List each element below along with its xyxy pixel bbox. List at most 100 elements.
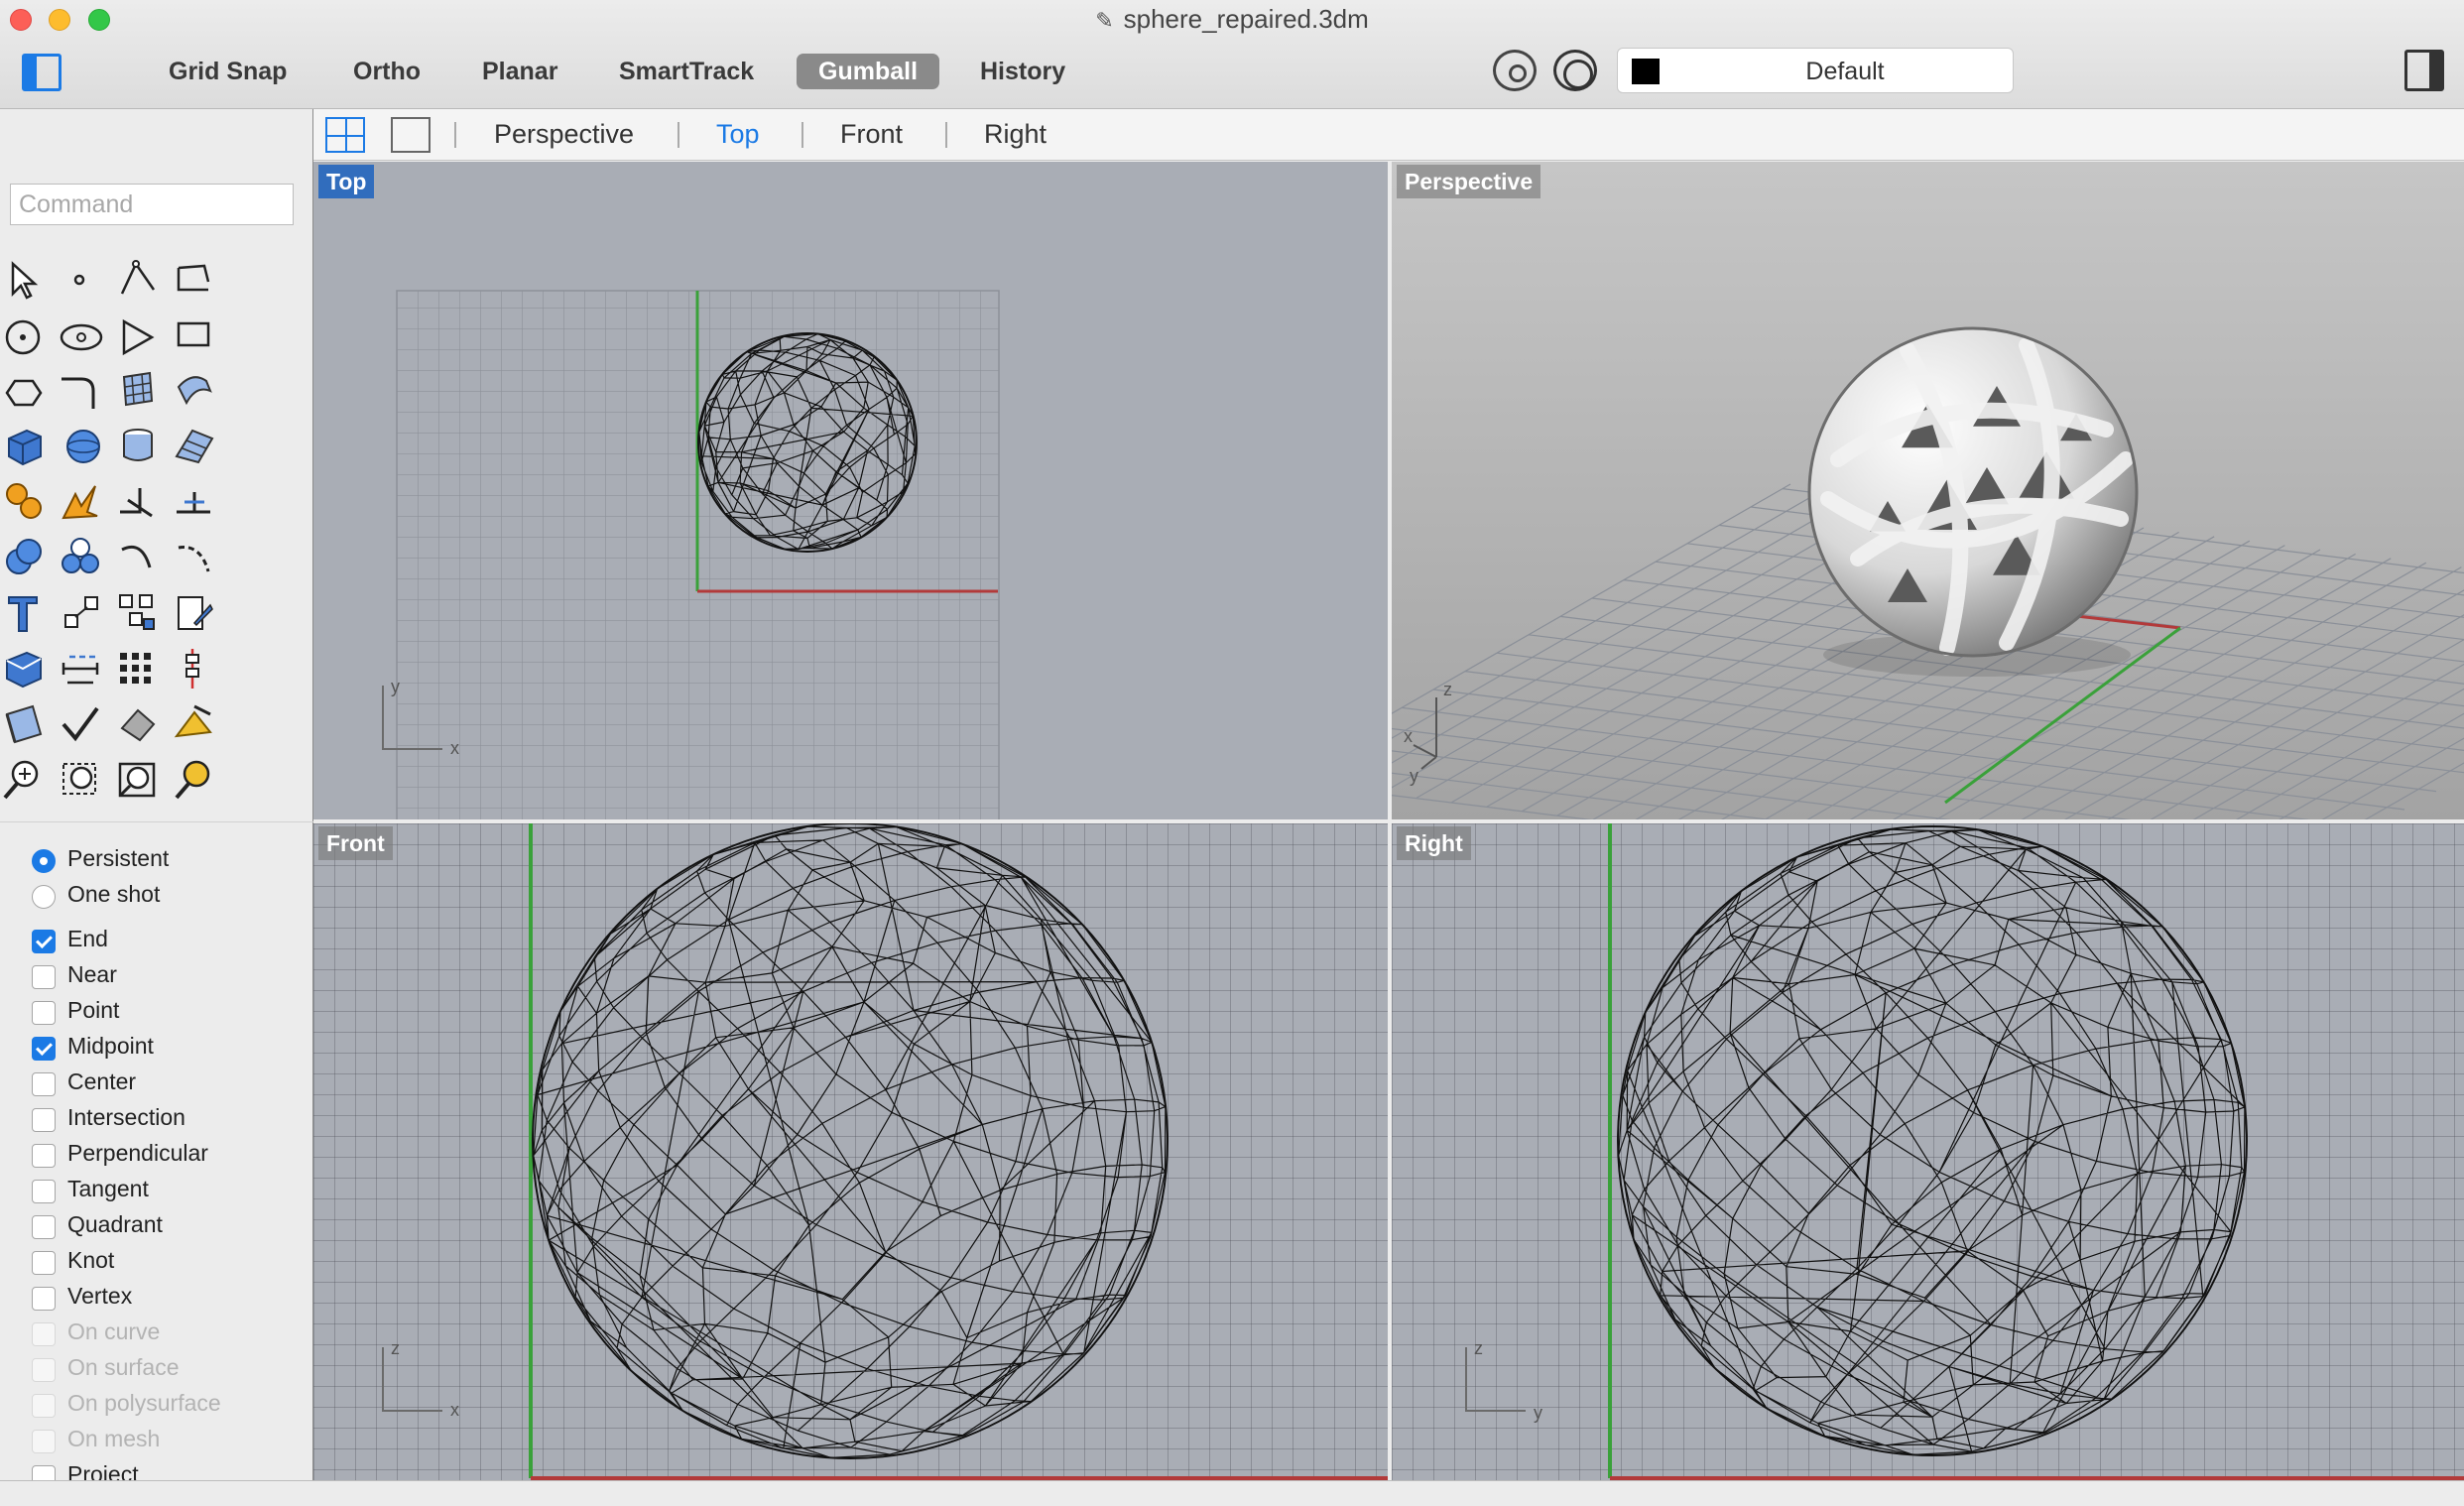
checkbox[interactable] (32, 1144, 56, 1168)
tab-top[interactable]: Top (716, 119, 760, 150)
sphere-icon[interactable] (52, 417, 111, 476)
trim-icon[interactable] (165, 472, 224, 532)
mode-gumball-button[interactable]: Gumball (797, 54, 940, 89)
tab-separator (801, 122, 803, 148)
ellipse-icon[interactable] (52, 306, 111, 365)
dimension-icon[interactable] (52, 639, 111, 698)
sidebar-toggle-icon[interactable] (22, 54, 62, 91)
viewport-label-perspective[interactable]: Perspective (1397, 165, 1541, 198)
checkbox[interactable] (32, 1037, 56, 1061)
rectangle-icon[interactable] (165, 306, 224, 365)
four-viewport-layout-icon[interactable] (325, 117, 365, 153)
osnap-toggle-icon[interactable] (1493, 50, 1537, 91)
fillet-curve-icon[interactable] (52, 361, 111, 421)
render-shape-icon[interactable] (108, 694, 168, 754)
arc-icon[interactable] (108, 306, 168, 365)
panels-toggle-icon[interactable] (2404, 50, 2444, 91)
viewport-label-top[interactable]: Top (318, 165, 375, 198)
viewport-front[interactable]: z x Front (313, 823, 1388, 1480)
option-label: On polysurface (67, 1390, 221, 1416)
circle-icon[interactable] (0, 306, 55, 365)
gear-tools-icon[interactable] (0, 472, 55, 532)
zoom-extents-icon[interactable] (108, 750, 168, 810)
sphere-wireframe-front (532, 823, 1169, 1459)
viewport-top[interactable]: y x Top (313, 162, 1388, 819)
curve-icon[interactable] (165, 250, 224, 310)
material-icon[interactable] (165, 694, 224, 754)
tab-perspective[interactable]: Perspective (494, 119, 634, 150)
radio-button[interactable] (32, 885, 56, 909)
explode-icon[interactable] (52, 472, 111, 532)
viewport-tab-bar: Perspective Top Front Right (313, 109, 2464, 161)
document-icon: ✎ (1095, 8, 1114, 33)
text-icon[interactable] (0, 583, 55, 643)
right-scene: z y (1465, 823, 2464, 1480)
solid-edit-icon[interactable] (0, 639, 55, 698)
checkbox[interactable] (32, 1108, 56, 1132)
checkbox[interactable] (32, 965, 56, 989)
axis-indicator-right: z y (1465, 1338, 1542, 1423)
check-icon[interactable] (52, 694, 111, 754)
viewport-label-right[interactable]: Right (1397, 826, 1471, 860)
divider (0, 821, 313, 822)
box-icon[interactable] (0, 417, 55, 476)
tab-front[interactable]: Front (840, 119, 903, 150)
array-icon[interactable] (108, 583, 168, 643)
offset-curve-icon[interactable] (108, 528, 168, 587)
checkbox[interactable] (32, 930, 56, 953)
checkbox[interactable] (32, 1072, 56, 1096)
scale-icon[interactable] (52, 583, 111, 643)
svg-text:x: x (450, 738, 459, 758)
checkbox[interactable] (32, 1215, 56, 1239)
checkbox (32, 1358, 56, 1382)
option-label: Vertex (67, 1283, 133, 1309)
checkbox[interactable] (32, 1001, 56, 1025)
loft-icon[interactable] (165, 361, 224, 421)
curve-edit-icon[interactable] (165, 528, 224, 587)
cylinder-icon[interactable] (108, 417, 168, 476)
checkbox[interactable] (32, 1251, 56, 1275)
front-scene: z x (382, 823, 1388, 1480)
polyline-icon[interactable] (108, 250, 168, 310)
split-icon[interactable] (108, 472, 168, 532)
polygon-icon[interactable] (0, 361, 55, 421)
grid-array-icon[interactable] (108, 639, 168, 698)
viewport-perspective[interactable]: z x y Perspective (1392, 162, 2464, 819)
mode-smarttrack-button[interactable]: SmartTrack (597, 54, 776, 89)
boolean-group-icon[interactable] (52, 528, 111, 587)
surface-from-points-icon[interactable] (108, 361, 168, 421)
layout-edit-icon[interactable] (165, 583, 224, 643)
vertical-align-icon[interactable] (165, 639, 224, 698)
perspective-scene: z x y (1392, 326, 2464, 819)
target-icon[interactable] (1553, 50, 1597, 91)
viewport-right[interactable]: z y Right (1392, 823, 2464, 1480)
tab-right[interactable]: Right (984, 119, 1047, 150)
zoom-icon[interactable] (0, 750, 55, 810)
layer-dropdown[interactable]: Default (1617, 48, 2014, 93)
option-label: On curve (67, 1318, 161, 1344)
viewport-label-front[interactable]: Front (318, 826, 393, 860)
checkbox[interactable] (32, 1180, 56, 1203)
mode-planar-button[interactable]: Planar (460, 54, 579, 89)
mode-ortho-button[interactable]: Ortho (331, 54, 442, 89)
option-label: Near (67, 961, 117, 987)
zoom-window-icon[interactable] (52, 750, 111, 810)
axis-indicator-front: z x (382, 1338, 459, 1420)
svg-text:y: y (1410, 766, 1418, 786)
radio-button[interactable] (32, 849, 56, 873)
checkbox[interactable] (32, 1287, 56, 1311)
option-label: Tangent (67, 1176, 149, 1201)
zoom-selected-icon[interactable] (165, 750, 224, 810)
mode-history-button[interactable]: History (958, 54, 1087, 89)
point-icon[interactable] (52, 250, 111, 310)
select-arrow-icon[interactable] (0, 250, 55, 310)
document-name: sphere_repaired.3dm (1123, 4, 1369, 34)
surface-edit-icon[interactable] (165, 417, 224, 476)
mode-grid-snap-button[interactable]: Grid Snap (147, 54, 308, 89)
svg-text:z: z (1443, 680, 1452, 699)
command-input[interactable] (10, 184, 294, 225)
single-viewport-layout-icon[interactable] (391, 117, 431, 153)
cut-plane-icon[interactable] (0, 694, 55, 754)
boolean-union-icon[interactable] (0, 528, 55, 587)
title-bar: ✎ sphere_repaired.3dm Grid Snap Ortho Plana… (0, 0, 2464, 109)
